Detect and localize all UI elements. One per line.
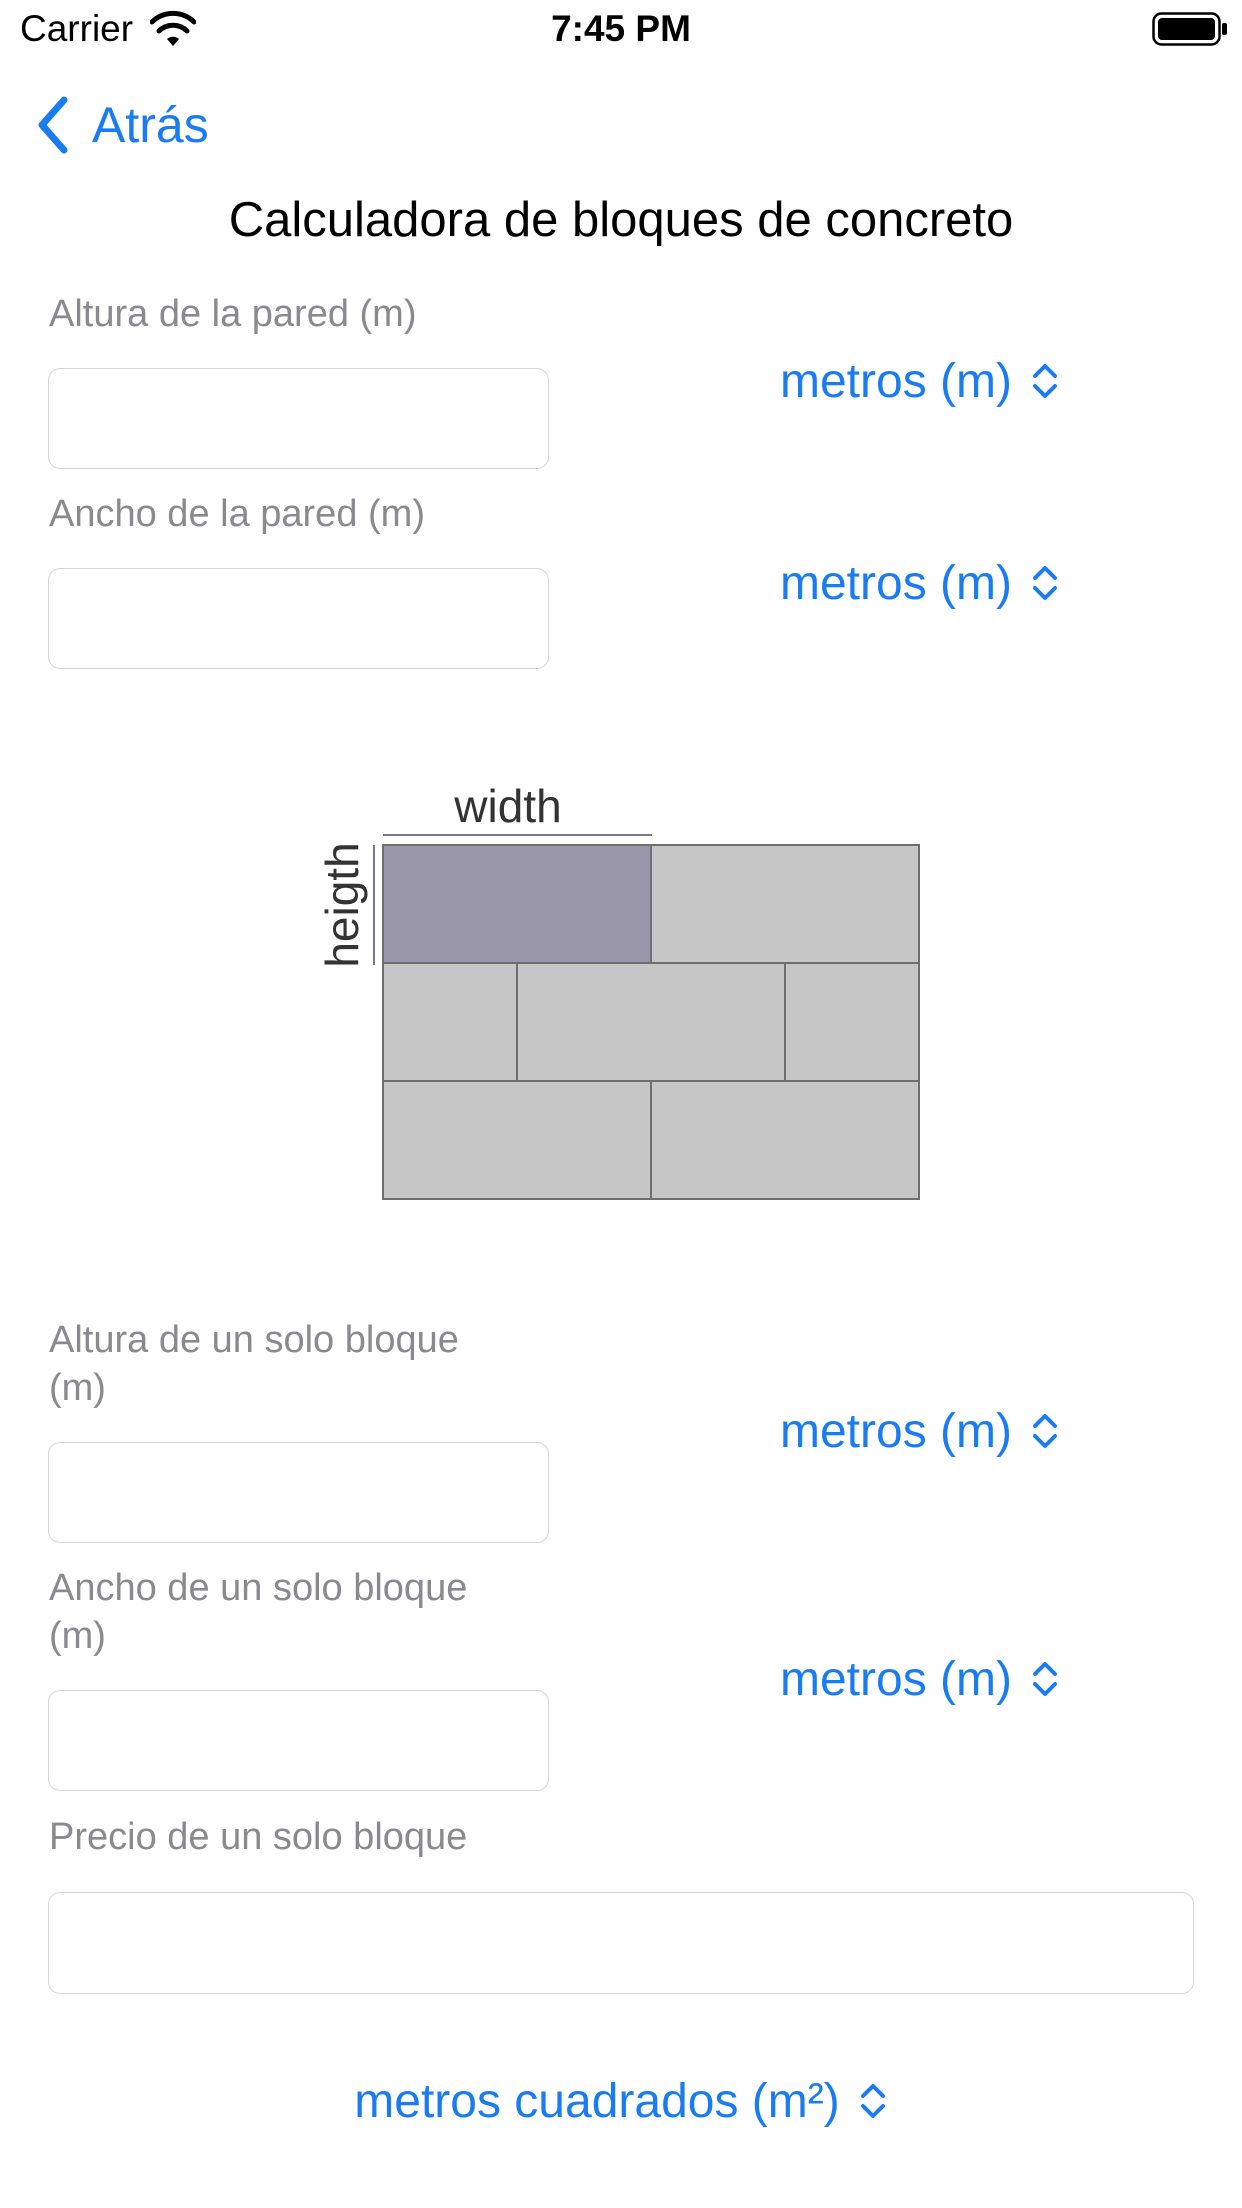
wall-block xyxy=(784,962,920,1082)
block-height-label-line1: Altura de un solo bloque xyxy=(49,1319,459,1361)
wall-width-unit-label: metros (m) xyxy=(780,556,1012,610)
block-width-label-line1: Ancho de un solo bloque xyxy=(49,1567,468,1609)
chevron-up-down-icon xyxy=(860,2084,885,2118)
status-time: 7:45 PM xyxy=(551,8,691,49)
back-label: Atrás xyxy=(92,97,209,153)
chevron-left-icon xyxy=(38,96,68,154)
wall-block xyxy=(650,844,920,964)
wall-width-input[interactable] xyxy=(48,568,549,669)
chevron-up-down-icon xyxy=(1032,566,1057,600)
wall-width-label: Ancho de la pared (m) xyxy=(49,493,425,535)
block-width-label: Ancho de un solo bloque (m) xyxy=(49,1564,467,1660)
wall-height-label: Altura de la pared (m) xyxy=(49,293,417,335)
wall-height-unit-picker[interactable]: metros (m) xyxy=(780,350,1060,412)
block-height-label-line2: (m) xyxy=(49,1367,106,1409)
chevron-up-down-icon xyxy=(1032,364,1057,398)
height-label: heigth xyxy=(316,842,368,967)
page-title: Calculadora de bloques de concreto xyxy=(228,193,1014,247)
block-price-input[interactable] xyxy=(48,1892,1194,1994)
back-button[interactable]: Atrás xyxy=(36,90,209,160)
wall-block xyxy=(516,962,786,1082)
width-label: width xyxy=(453,780,561,832)
block-width-unit-picker[interactable]: metros (m) xyxy=(780,1648,1060,1710)
block-height-label: Altura de un solo bloque (m) xyxy=(49,1316,459,1412)
wall-block xyxy=(382,1080,652,1200)
chevron-up-down-icon xyxy=(1032,1662,1057,1696)
block-width-unit-label: metros (m) xyxy=(780,1652,1012,1706)
block-width-input[interactable] xyxy=(48,1690,549,1791)
block-price-label: Precio de un solo bloque xyxy=(49,1816,468,1858)
chevron-up-down-icon xyxy=(1032,1414,1057,1448)
wall-width-unit-picker[interactable]: metros (m) xyxy=(780,552,1060,614)
wall-height-input[interactable] xyxy=(48,368,549,469)
wall-block xyxy=(650,1080,920,1200)
wall-block xyxy=(382,962,518,1082)
block-height-unit-picker[interactable]: metros (m) xyxy=(780,1400,1060,1462)
area-unit-picker[interactable]: metros cuadrados (m²) xyxy=(0,2068,1242,2134)
block-width-label-line2: (m) xyxy=(49,1615,106,1657)
area-unit-label: metros cuadrados (m²) xyxy=(354,2074,840,2128)
battery-icon xyxy=(1152,12,1227,46)
block-height-input[interactable] xyxy=(48,1442,549,1543)
block-wall-diagram: width heigth xyxy=(316,780,920,1200)
block-height-unit-label: metros (m) xyxy=(780,1404,1012,1458)
wall-height-unit-label: metros (m) xyxy=(780,354,1012,408)
highlighted-block xyxy=(382,844,652,964)
